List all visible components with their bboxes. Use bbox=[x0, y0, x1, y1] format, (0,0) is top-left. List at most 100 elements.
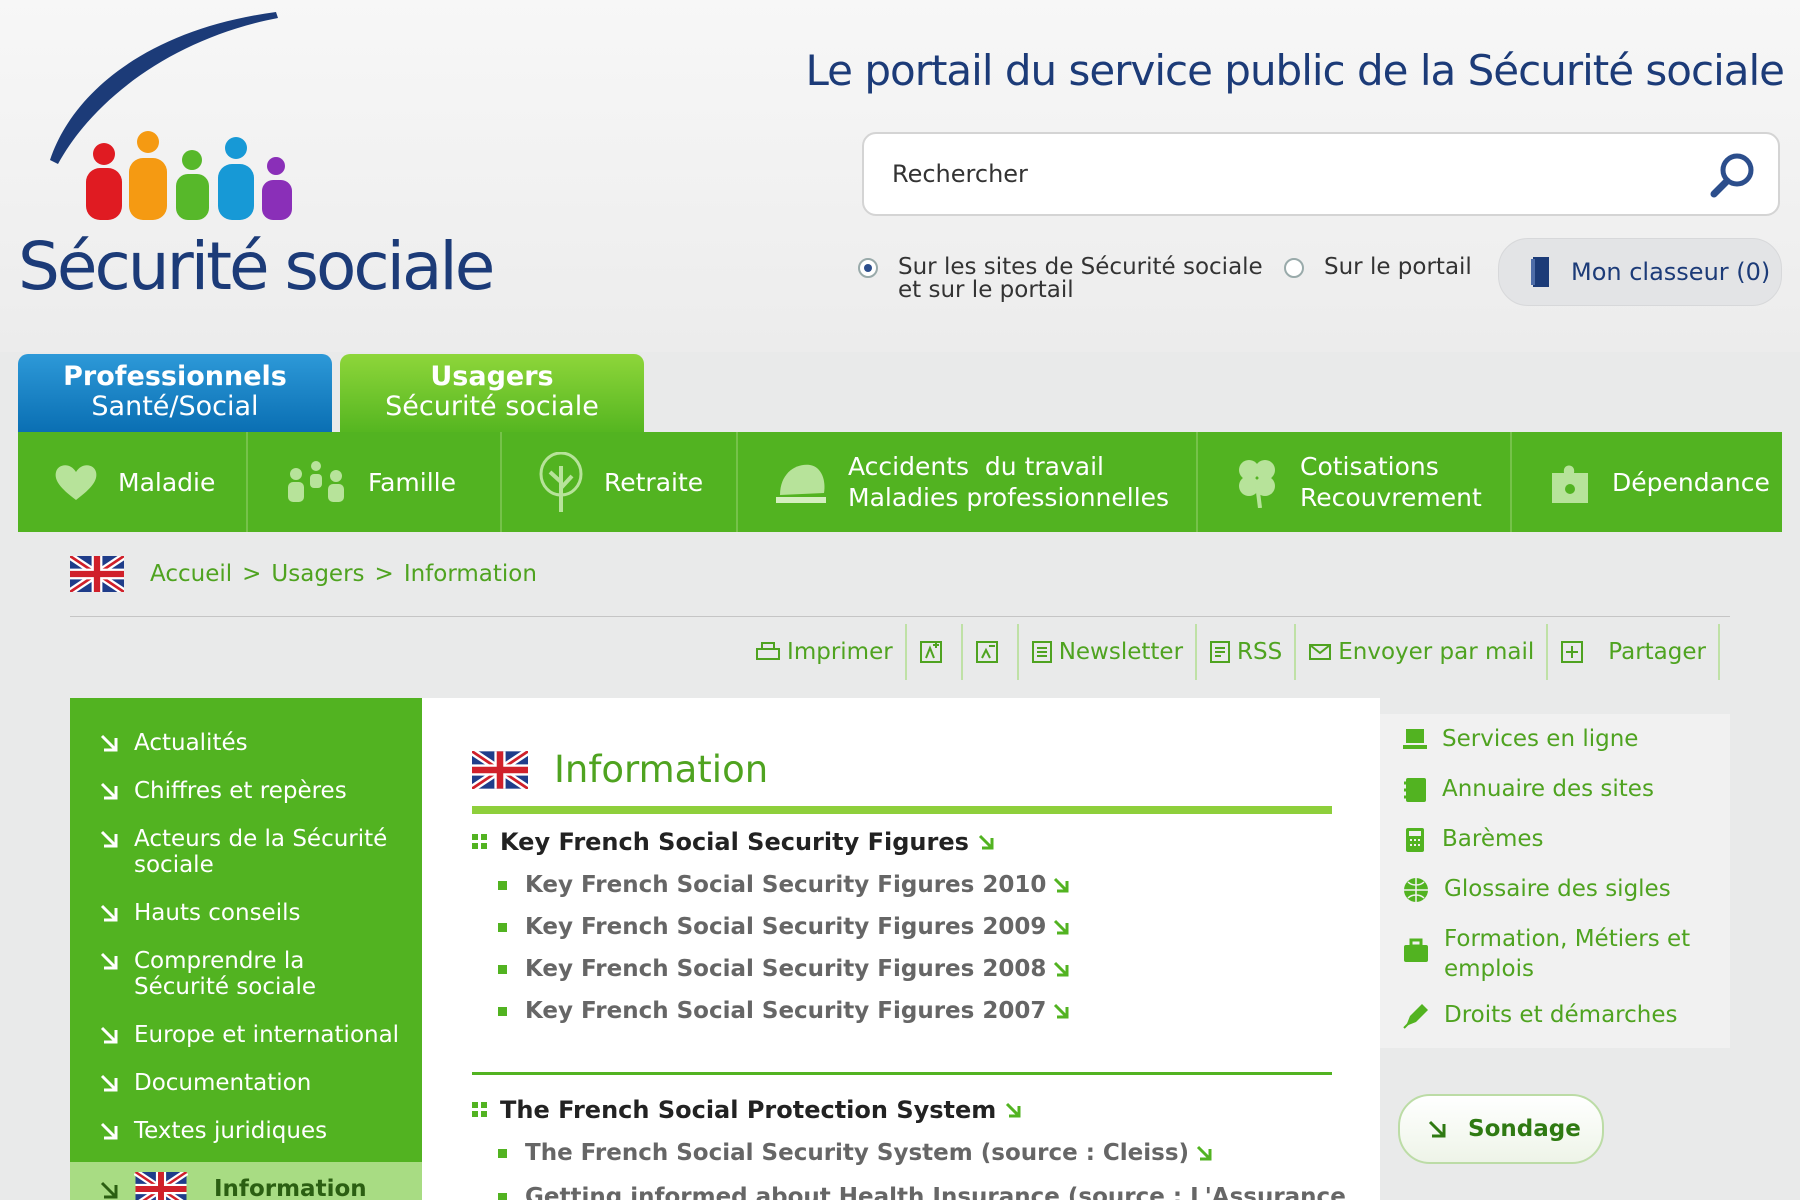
list-item[interactable]: The French Social Security System (sourc… bbox=[498, 1140, 1213, 1166]
increase-text-button[interactable] bbox=[907, 624, 963, 680]
link-annuaire-des-sites[interactable]: Annuaire des sites bbox=[1402, 774, 1654, 804]
arrow-down-right-icon bbox=[100, 904, 118, 922]
print-label: Imprimer bbox=[787, 639, 893, 665]
tree-icon bbox=[539, 452, 583, 512]
sidebar-item-hauts-conseils[interactable]: Hauts conseils bbox=[70, 900, 422, 926]
sidebar-item-comprendre[interactable]: Comprendre la Sécurité sociale bbox=[70, 948, 422, 1000]
sidebar-item-europe[interactable]: Europe et international bbox=[70, 1022, 422, 1048]
share-label: Partager bbox=[1608, 639, 1706, 665]
address-book-icon bbox=[1404, 778, 1426, 802]
quick-links: Services en ligne Annuaire des sites Bar… bbox=[1380, 714, 1730, 1048]
link-baremes[interactable]: Barèmes bbox=[1402, 824, 1544, 854]
list-item[interactable]: Key French Social Security Figures 2009 bbox=[498, 914, 1070, 940]
list-item[interactable]: Key French Social Security Figures 2008 bbox=[498, 956, 1070, 982]
link-droits-et-demarches[interactable]: Droits et démarches bbox=[1402, 1000, 1677, 1030]
search-input[interactable] bbox=[892, 154, 1672, 194]
nav-label: Dépendance bbox=[1612, 467, 1770, 497]
link-services-en-ligne[interactable]: Services en ligne bbox=[1402, 724, 1638, 754]
sidebar-item-label: Acteurs de la Sécurité sociale bbox=[134, 826, 388, 878]
list-item[interactable]: Getting informed about Health Insurance … bbox=[498, 1184, 1346, 1200]
printer-icon bbox=[756, 642, 781, 660]
list-item-text: Key French Social Security Figures 2007 bbox=[525, 998, 1047, 1024]
text-decrease-icon bbox=[975, 641, 998, 663]
scope-option-all-sites[interactable]: Sur les sites de Sécurité sociale et sur… bbox=[858, 256, 1263, 302]
text-increase-icon bbox=[919, 641, 942, 663]
nav-label-line2: Maladies professionnelles bbox=[848, 483, 1170, 512]
breadcrumb-separator: > bbox=[242, 561, 262, 587]
nav-label: Accidents du travail Maladies profession… bbox=[848, 451, 1169, 513]
send-mail-button[interactable]: Envoyer par mail bbox=[1296, 624, 1549, 680]
share-button[interactable]: Partager bbox=[1548, 624, 1720, 680]
radio-button[interactable] bbox=[1284, 258, 1304, 278]
search-box bbox=[862, 132, 1780, 216]
breadcrumb-home-link[interactable]: Accueil bbox=[150, 561, 232, 587]
sidebar-item-chiffres[interactable]: Chiffres et repères bbox=[70, 778, 422, 804]
scope-option-line2: et sur le portail bbox=[898, 277, 1074, 303]
sidebar-item-label: Textes juridiques bbox=[134, 1118, 328, 1144]
main-content: Information Key French Social Security F… bbox=[422, 698, 1380, 1200]
breadcrumb-usagers-link[interactable]: Usagers bbox=[271, 561, 364, 587]
nav-item-cotisations[interactable]: Cotisations Recouvrement bbox=[1198, 432, 1512, 532]
arrow-down-right-icon bbox=[100, 1074, 118, 1092]
search-icon[interactable] bbox=[1706, 148, 1760, 202]
arrow-down-right-icon bbox=[1006, 1102, 1021, 1118]
sondage-label: Sondage bbox=[1468, 1116, 1581, 1142]
nav-label: Cotisations Recouvrement bbox=[1300, 451, 1482, 513]
rss-button[interactable]: RSS bbox=[1197, 624, 1297, 680]
link-glossaire-des-sigles[interactable]: Glossaire des sigles bbox=[1402, 874, 1671, 904]
mon-classeur-button[interactable]: Mon classeur (0) bbox=[1498, 238, 1782, 306]
tab-professionnels[interactable]: Professionnels Santé/Social bbox=[18, 354, 332, 432]
decrease-text-button[interactable] bbox=[963, 624, 1019, 680]
tab-line2: Santé/Social bbox=[91, 391, 259, 422]
arrow-down-right-icon bbox=[1054, 961, 1069, 977]
breadcrumb-divider bbox=[70, 616, 1730, 617]
breadcrumb: Accueil > Usagers > Information bbox=[70, 556, 537, 592]
section-heading-figures[interactable]: Key French Social Security Figures bbox=[472, 828, 995, 856]
binder-icon bbox=[1531, 257, 1549, 287]
breadcrumb-separator: > bbox=[374, 561, 394, 587]
sidebar-item-textes-juridiques[interactable]: Textes juridiques bbox=[70, 1118, 422, 1144]
nav-item-accidents-du-travail[interactable]: Accidents du travail Maladies profession… bbox=[738, 432, 1198, 532]
tab-line2: Sécurité sociale bbox=[385, 391, 599, 422]
print-button[interactable]: Imprimer bbox=[743, 624, 907, 680]
nav-item-famille[interactable]: Famille bbox=[248, 432, 502, 532]
sidebar-item-actualites[interactable]: Actualités bbox=[70, 730, 422, 756]
radio-button-selected[interactable] bbox=[858, 258, 878, 278]
square-bullet bbox=[498, 1006, 507, 1016]
link-formation-metiers-emplois[interactable]: Formation, Métiers et emplois bbox=[1402, 924, 1690, 984]
sidebar-item-acteurs[interactable]: Acteurs de la Sécurité sociale bbox=[70, 826, 422, 878]
newsletter-button[interactable]: Newsletter bbox=[1019, 624, 1198, 680]
section-heading-protection-system[interactable]: The French Social Protection System bbox=[472, 1096, 1022, 1124]
calculator-icon bbox=[1406, 828, 1424, 852]
nav-item-maladie[interactable]: Maladie bbox=[18, 432, 248, 532]
square-bullet bbox=[498, 964, 507, 974]
sidebar-item-label: Europe et international bbox=[134, 1022, 400, 1048]
tab-line1: Professionnels bbox=[63, 361, 287, 392]
sidebar-item-information[interactable]: Information bbox=[70, 1162, 422, 1200]
arrow-down-right-icon bbox=[1428, 1120, 1446, 1138]
link-label: Droits et démarches bbox=[1444, 1002, 1678, 1028]
nav-item-retraite[interactable]: Retraite bbox=[502, 432, 738, 532]
helmet-icon bbox=[776, 464, 826, 503]
scope-option-portal[interactable]: Sur le portail bbox=[1284, 256, 1472, 279]
link-label: Services en ligne bbox=[1442, 726, 1639, 752]
arrow-down-right-icon bbox=[100, 952, 118, 970]
title-divider bbox=[472, 806, 1332, 814]
nav-item-dependance[interactable]: Dépendance bbox=[1512, 432, 1782, 532]
sondage-button[interactable]: Sondage bbox=[1398, 1094, 1604, 1164]
logo-wordmark: Sécurité sociale bbox=[18, 228, 495, 305]
uk-flag-icon bbox=[134, 1172, 188, 1200]
list-item[interactable]: Key French Social Security Figures 2007 bbox=[498, 998, 1070, 1024]
sidebar-item-documentation[interactable]: Documentation bbox=[70, 1070, 422, 1096]
list-item[interactable]: Key French Social Security Figures 2010 bbox=[498, 872, 1070, 898]
tab-usagers[interactable]: Usagers Sécurité sociale bbox=[340, 354, 644, 434]
uk-flag-icon[interactable] bbox=[70, 556, 124, 592]
section-sidebar: Actualités Chiffres et repères Acteurs d… bbox=[70, 698, 422, 1200]
arrow-down-right-icon bbox=[1196, 1145, 1212, 1161]
arrow-down-right-icon bbox=[100, 1026, 118, 1044]
list-item-text: Getting informed about Health Insurance … bbox=[525, 1184, 1346, 1200]
link-label-line2: emplois bbox=[1444, 956, 1534, 982]
portal-title: Le portail du service public de la Sécur… bbox=[805, 46, 1785, 95]
sidebar-item-label: Information bbox=[214, 1176, 367, 1200]
send-mail-label: Envoyer par mail bbox=[1338, 639, 1535, 665]
